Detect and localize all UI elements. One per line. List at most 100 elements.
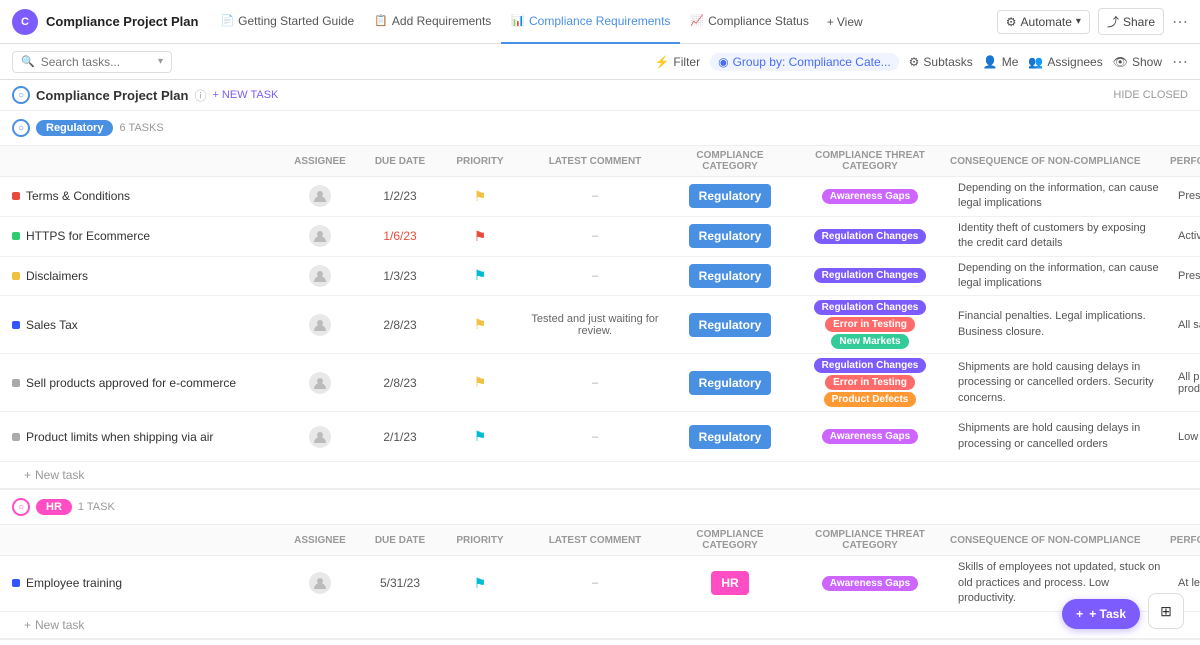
task-row[interactable]: Employee training 5/31/23 ⚑ – HR Awarene…	[0, 556, 1200, 611]
consequence: Skills of employees not updated, stuck o…	[950, 556, 1170, 610]
task-row[interactable]: Disclaimers 1/3/23 ⚑ – Regulatory Regula…	[0, 257, 1200, 297]
page-header-row: ○ Compliance Project Plan ⓘ + NEW TASK H…	[0, 80, 1200, 111]
task-name-cell: Sell products approved for e-commerce	[0, 372, 280, 394]
perform: Presence of Disclaim...	[1170, 266, 1200, 286]
task-assignee	[280, 225, 360, 247]
task-priority: ⚑	[440, 316, 520, 333]
col-priority: PRIORITY	[440, 156, 520, 167]
compliance-cat: Regulatory	[670, 264, 790, 288]
group-by-button[interactable]: ◉ Group by: Compliance Cate...	[710, 53, 899, 71]
col-consequence: CONSEQUENCE OF NON-COMPLIANCE	[950, 156, 1170, 167]
automate-button[interactable]: ⚙ Automate ▾	[997, 10, 1090, 34]
tab-add-requirements[interactable]: 📋 Add Requirements	[364, 0, 501, 44]
new-task-label: New task	[35, 468, 84, 482]
search-box[interactable]: 🔍 ▾	[12, 51, 172, 73]
task-priority: ⚑	[440, 188, 520, 205]
task-duedate: 2/8/23	[360, 376, 440, 390]
grid-button[interactable]: ⊞	[1148, 593, 1184, 629]
share-icon: ⤴	[1107, 13, 1119, 30]
task-color-dot	[12, 192, 20, 200]
toolbar-right: ⚡ Filter ◉ Group by: Compliance Cate... …	[654, 52, 1188, 72]
filter-label: Filter	[673, 55, 700, 69]
plus-icon: +	[24, 618, 31, 632]
plus-icon: +	[827, 15, 834, 29]
task-comment: –	[520, 377, 670, 389]
trend-icon: 📈	[690, 14, 704, 27]
main-content: ○ Compliance Project Plan ⓘ + NEW TASK H…	[0, 80, 1200, 645]
task-name-cell: HTTPS for Ecommerce	[0, 225, 280, 247]
share-button[interactable]: ⤴ Share	[1098, 8, 1164, 35]
task-assignee	[280, 572, 360, 594]
hr-toggle[interactable]: ○	[12, 498, 30, 516]
hide-closed-button[interactable]: HIDE CLOSED	[1113, 89, 1188, 101]
col-threat-hr: COMPLIANCE THREAT CATEGORY	[790, 529, 950, 551]
regulatory-badge: Regulatory	[36, 120, 113, 136]
tab-compliance-status[interactable]: 📈 Compliance Status	[680, 0, 818, 44]
consequence: Shipments are hold causing delays in pro…	[950, 417, 1170, 456]
col-assignee: ASSIGNEE	[280, 156, 360, 167]
task-fab[interactable]: + + Task	[1062, 599, 1140, 629]
show-button[interactable]: 👁 Show	[1113, 55, 1162, 69]
task-row[interactable]: HTTPS for Ecommerce 1/6/23 ⚑ – Regulator…	[0, 217, 1200, 257]
perform: All product categori... the approved pro…	[1170, 367, 1200, 399]
task-comment: –	[520, 431, 670, 443]
tab-getting-started[interactable]: 📄 Getting Started Guide	[210, 0, 364, 44]
task-name: Terms & Conditions	[26, 189, 130, 203]
hr-group: ○ HR 1 TASK ASSIGNEE DUE DATE PRIORITY L…	[0, 490, 1200, 639]
more-options-button[interactable]: ⋯	[1172, 12, 1188, 32]
task-row[interactable]: Sales Tax 2/8/23 ⚑ Tested and just waiti…	[0, 296, 1200, 354]
col-comment-hr: LATEST COMMENT	[520, 535, 670, 546]
perform: Active Certificate fo...	[1170, 226, 1200, 246]
col-compliance-hr: COMPLIANCE CATEGORY	[670, 529, 790, 551]
threat-cat: Regulation Changes Error in Testing New …	[790, 296, 950, 353]
subtasks-icon: ⚙	[909, 55, 920, 69]
add-view-button[interactable]: + View	[819, 0, 871, 44]
new-task-row-regulatory[interactable]: + New task	[0, 462, 1200, 488]
col-compliance-threat: COMPLIANCE THREAT CATEGORY	[790, 150, 950, 172]
new-task-label: New task	[35, 618, 84, 632]
regulatory-task-count: 6 TASKS	[119, 122, 163, 134]
regulatory-toggle[interactable]: ○	[12, 119, 30, 137]
task-comment: Tested and just waiting for review.	[520, 313, 670, 337]
new-task-button[interactable]: + NEW TASK	[212, 89, 278, 101]
plus-icon: +	[24, 468, 31, 482]
task-row[interactable]: Terms & Conditions 1/2/23 ⚑ – Regulatory…	[0, 177, 1200, 217]
tab-compliance-status-label: Compliance Status	[708, 14, 809, 28]
subtasks-button[interactable]: ⚙ Subtasks	[909, 55, 973, 69]
more-options-toolbar[interactable]: ⋯	[1172, 52, 1188, 72]
task-color-dot	[12, 379, 20, 387]
consequence: Depending on the information, can cause …	[950, 257, 1170, 296]
task-name-cell: Sales Tax	[0, 314, 280, 336]
grid-icon: ⊞	[1160, 603, 1172, 620]
task-name-cell: Employee training	[0, 572, 280, 594]
task-name-cell: Terms & Conditions	[0, 185, 280, 207]
task-color-dot	[12, 433, 20, 441]
task-name-cell: Disclaimers	[0, 265, 280, 287]
section-toggle-main[interactable]: ○	[12, 86, 30, 104]
automate-icon: ⚙	[1006, 15, 1017, 29]
col-latest-comment: LATEST COMMENT	[520, 156, 670, 167]
filter-button[interactable]: ⚡ Filter	[654, 55, 700, 69]
task-row[interactable]: Sell products approved for e-commerce 2/…	[0, 354, 1200, 412]
automate-label: Automate	[1021, 15, 1072, 29]
task-row[interactable]: Product limits when shipping via air 2/1…	[0, 412, 1200, 462]
show-label: Show	[1132, 55, 1162, 69]
new-task-row-hr[interactable]: + New task	[0, 612, 1200, 638]
perform: Presence of Terms a...	[1170, 186, 1200, 206]
tab-getting-started-label: Getting Started Guide	[238, 14, 354, 28]
search-icon: 🔍	[21, 55, 35, 68]
tab-compliance-requirements[interactable]: 📊 Compliance Requirements	[501, 0, 680, 44]
consequence: Depending on the information, can cause …	[950, 177, 1170, 216]
assignees-button[interactable]: 👥 Assignees	[1028, 55, 1102, 69]
hr-col-headers: ASSIGNEE DUE DATE PRIORITY LATEST COMMEN…	[0, 525, 1200, 556]
search-input[interactable]	[41, 55, 152, 69]
data-group: ○ Data 4 TASKS ASSIGNEE DUE DATE PRIORIT…	[0, 640, 1200, 645]
task-name: Product limits when shipping via air	[26, 430, 213, 444]
tab-compliance-requirements-label: Compliance Requirements	[529, 14, 670, 28]
task-comment: –	[520, 270, 670, 282]
task-priority: ⚑	[440, 267, 520, 284]
hr-badge: HR	[36, 499, 72, 515]
me-button[interactable]: 👤 Me	[983, 55, 1019, 69]
header-right-actions: ⚙ Automate ▾ ⤴ Share ⋯	[997, 8, 1188, 35]
perform: At least once a year	[1170, 573, 1200, 593]
